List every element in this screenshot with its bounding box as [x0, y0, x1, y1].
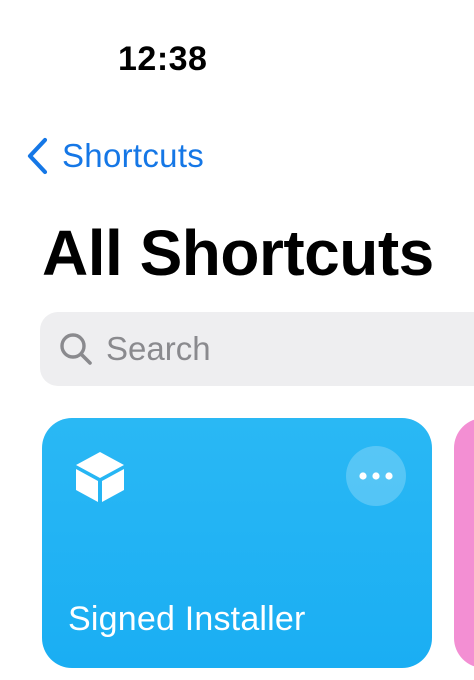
search-input[interactable] [106, 330, 466, 368]
search-bar[interactable] [40, 312, 474, 386]
back-button[interactable]: Shortcuts [26, 134, 204, 178]
screen: 12:38 Shortcuts All Shortcuts Search Sig… [0, 0, 474, 680]
page-title: All Shortcuts [42, 217, 434, 289]
shortcut-card-signed-installer[interactable]: Signed Installer [42, 418, 432, 668]
search-icon [58, 331, 94, 367]
more-options-button[interactable] [346, 446, 406, 506]
ellipsis-icon [359, 467, 393, 485]
back-label: Shortcuts [62, 137, 205, 174]
cube-icon [72, 448, 128, 504]
chevron-left-icon [26, 137, 48, 175]
shortcut-card-next[interactable] [454, 418, 474, 668]
shortcut-title: Signed Installer [68, 600, 306, 638]
status-time: 12:38 [118, 40, 208, 78]
